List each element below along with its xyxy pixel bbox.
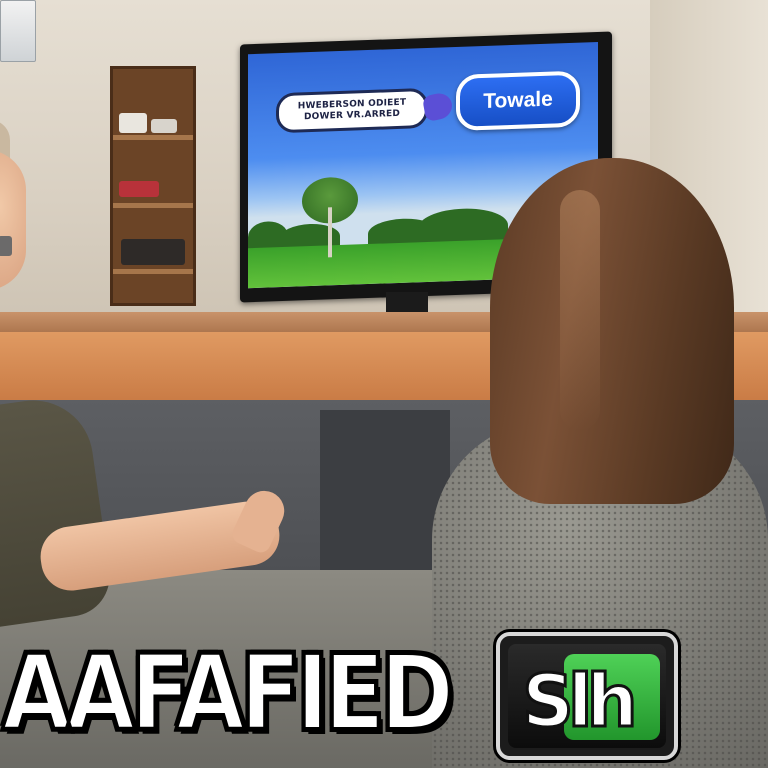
speech-bubble-icon: HWEBERSON ODIEET DOWER VR.ARRED: [276, 87, 428, 134]
bubble-tail: [421, 90, 455, 123]
bubble-line-2: DOWER VR.ARRED: [304, 108, 400, 123]
channel-logo-text: Slh: [521, 658, 640, 745]
bookshelf: [110, 66, 196, 306]
tree-trunk: [328, 207, 332, 258]
shelf-board: [113, 269, 193, 274]
photo-scene: HWEBERSON ODIEET DOWER VR.ARRED Towale o…: [0, 0, 768, 768]
tv-onscreen-button: Towale: [456, 70, 580, 131]
hair-highlight: [560, 190, 600, 430]
tv-stand-neck: [386, 292, 428, 314]
counter-front: [0, 332, 510, 402]
shelf-board: [113, 203, 193, 208]
channel-logo-inner: Slh: [508, 644, 666, 748]
shelf-board: [113, 135, 193, 140]
woman-hair: [490, 158, 734, 504]
caption-overlay: AAFAFIED: [0, 628, 482, 758]
caption-text: AAFAFIED: [0, 630, 456, 756]
shelf-object: [151, 119, 177, 133]
shelf-object: [121, 239, 185, 265]
air-conditioner: [0, 0, 36, 62]
channel-logo: Slh: [496, 632, 678, 760]
tv-onscreen-button-label: Towale: [483, 87, 553, 114]
shelf-object: [119, 181, 159, 197]
shelf-object: [119, 113, 147, 133]
phone: [0, 236, 12, 256]
